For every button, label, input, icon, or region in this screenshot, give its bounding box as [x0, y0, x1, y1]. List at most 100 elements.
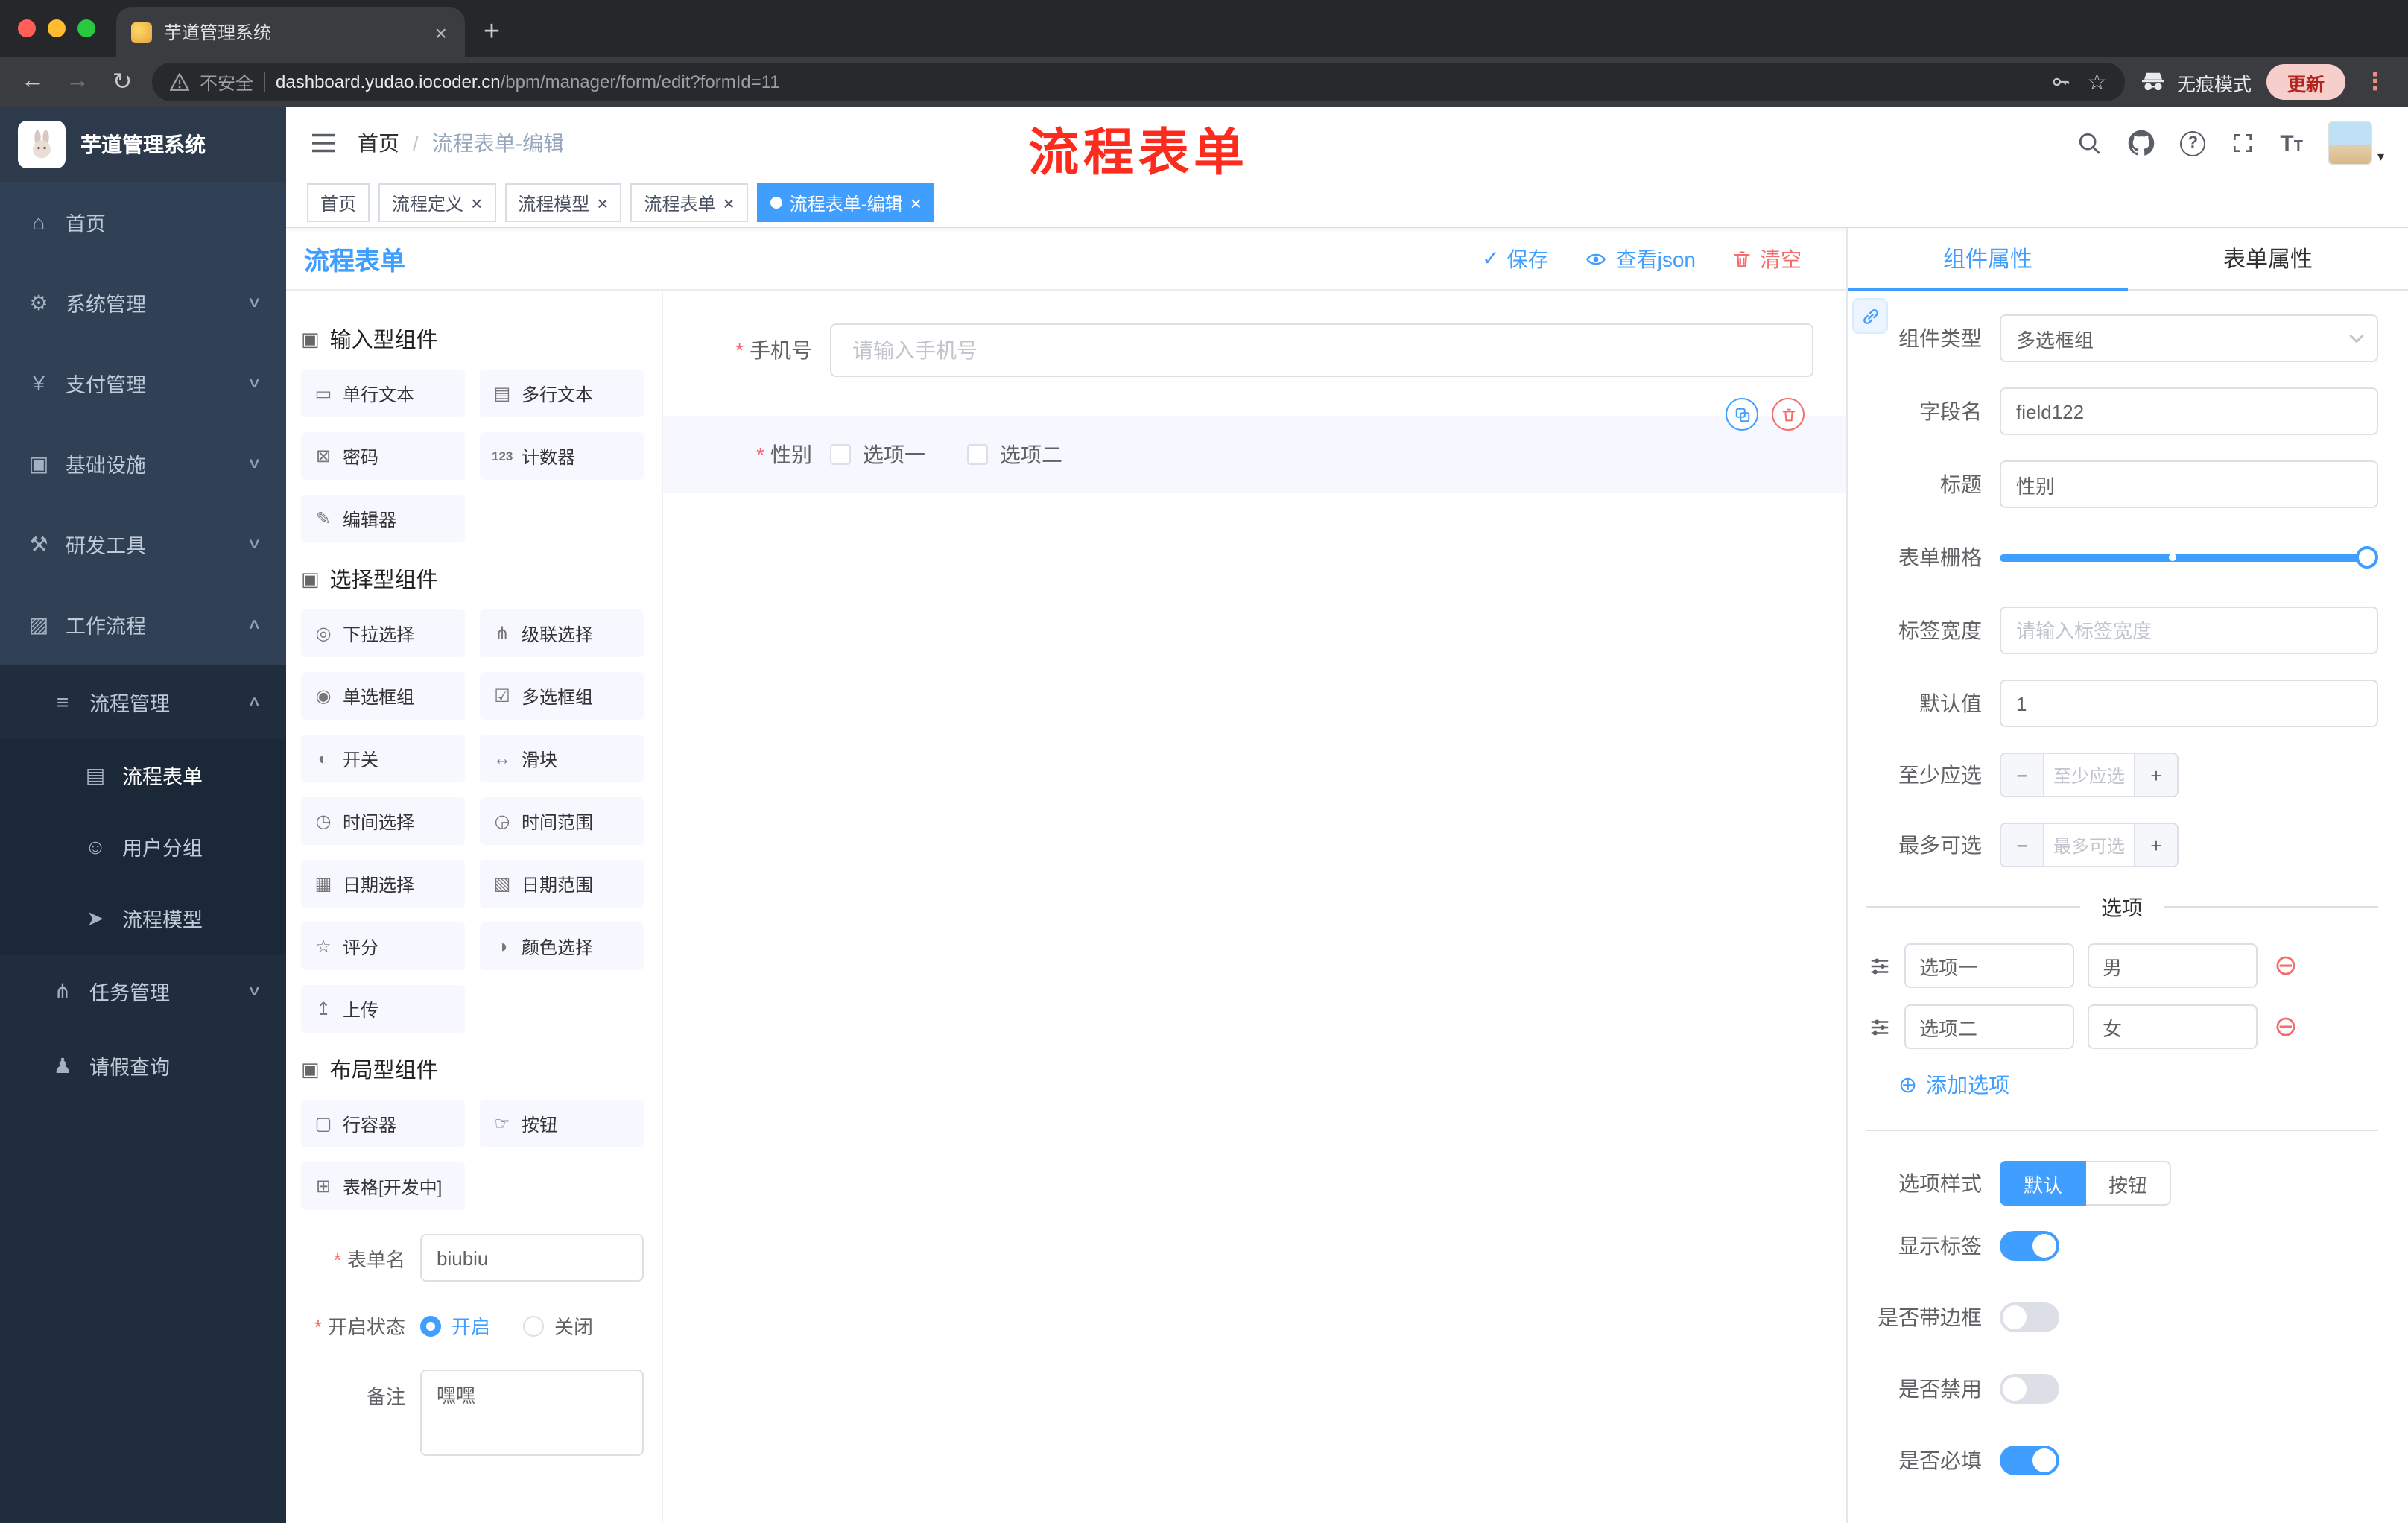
title-input[interactable]	[2000, 460, 2378, 508]
checkbox-option-1[interactable]: 选项一	[830, 440, 925, 469]
sidebar-item-process-model[interactable]: ➤ 流程模型	[0, 882, 286, 954]
address-bar[interactable]: 不安全 dashboard.yudao.iocoder.cn/bpm/manag…	[152, 63, 2125, 101]
radio-open[interactable]: 开启	[420, 1311, 490, 1340]
checkbox-icon[interactable]	[830, 444, 851, 465]
save-button[interactable]: ✓ 保存	[1482, 244, 1548, 273]
password-key-icon[interactable]	[2048, 72, 2072, 92]
palette-item-date-range[interactable]: ▧ 日期范围	[480, 860, 644, 908]
palette-item-radio-group[interactable]: ◉ 单选框组	[301, 672, 465, 720]
checkbox-icon[interactable]	[967, 444, 988, 465]
tag-process-definition[interactable]: 流程定义 ×	[378, 183, 496, 222]
form-name-input[interactable]	[420, 1234, 644, 1282]
canvas-field-phone[interactable]: 手机号	[681, 323, 1813, 377]
default-value-input[interactable]	[2000, 680, 2378, 727]
font-size-icon[interactable]: TT	[2280, 130, 2303, 156]
sidebar-item-system[interactable]: ⚙ 系统管理 ∨	[0, 262, 286, 343]
plus-icon[interactable]: +	[2135, 824, 2177, 866]
disabled-toggle[interactable]	[2000, 1374, 2059, 1404]
field-name-input[interactable]	[2000, 387, 2378, 435]
tab-component-props[interactable]: 组件属性	[1848, 228, 2128, 291]
update-button[interactable]: 更新	[2266, 64, 2345, 100]
palette-item-date-picker[interactable]: ▦ 日期选择	[301, 860, 465, 908]
copy-component-button[interactable]	[1726, 398, 1758, 431]
palette-item-time-picker[interactable]: ◷ 时间选择	[301, 797, 465, 845]
tab-form-props[interactable]: 表单属性	[2128, 228, 2408, 289]
sidebar-item-payment[interactable]: ¥ 支付管理 ∨	[0, 343, 286, 423]
checkbox-option-2[interactable]: 选项二	[967, 440, 1062, 469]
option-label-input[interactable]	[1904, 943, 2074, 988]
tag-process-model[interactable]: 流程模型 ×	[504, 183, 622, 222]
border-toggle[interactable]	[2000, 1302, 2059, 1332]
breadcrumb-home[interactable]: 首页	[358, 128, 399, 158]
component-type-select[interactable]: 多选框组	[2000, 314, 2378, 362]
option-label-input[interactable]	[1904, 1004, 2074, 1049]
add-option-button[interactable]: ⊕ 添加选项	[1898, 1070, 2378, 1100]
sidebar-item-leave-query[interactable]: ♟ 请假查询	[0, 1028, 286, 1103]
new-tab-button[interactable]: +	[471, 12, 513, 54]
form-remark-input[interactable]: 嘿嘿	[420, 1370, 644, 1456]
option-value-input[interactable]	[2088, 1004, 2258, 1049]
palette-item-button[interactable]: ☞ 按钮	[480, 1100, 644, 1147]
doc-link-button[interactable]	[1852, 298, 1888, 334]
remove-option-icon[interactable]: ⊖	[2274, 952, 2298, 980]
plus-icon[interactable]: +	[2135, 754, 2177, 796]
palette-item-single-line-text[interactable]: ▭ 单行文本	[301, 370, 465, 417]
avatar[interactable]	[2328, 121, 2373, 165]
tag-process-form[interactable]: 流程表单 ×	[630, 183, 748, 222]
delete-component-button[interactable]	[1772, 398, 1805, 431]
style-button-button[interactable]: 按钮	[2086, 1161, 2172, 1206]
palette-item-time-range[interactable]: ◶ 时间范围	[480, 797, 644, 845]
close-icon[interactable]: ×	[597, 191, 608, 214]
palette-item-cascader[interactable]: ⋔ 级联选择	[480, 609, 644, 657]
minus-icon[interactable]: −	[2001, 824, 2043, 866]
tag-home[interactable]: 首页	[307, 183, 370, 222]
form-grid-slider[interactable]	[2000, 533, 2378, 581]
minimize-window-button[interactable]	[48, 19, 66, 37]
fullscreen-icon[interactable]	[2231, 131, 2255, 155]
user-menu[interactable]: ▾	[2328, 121, 2384, 165]
sidebar-item-infrastructure[interactable]: ▣ 基础设施 ∨	[0, 423, 286, 504]
close-icon[interactable]: ×	[723, 191, 735, 214]
bookmark-star-icon[interactable]: ☆	[2087, 69, 2107, 95]
clear-button[interactable]: 清空	[1731, 244, 1802, 273]
search-icon[interactable]	[2077, 130, 2103, 156]
palette-item-password[interactable]: ⊠ 密码	[301, 432, 465, 480]
close-icon[interactable]: ×	[910, 191, 922, 214]
palette-item-rate[interactable]: ☆ 评分	[301, 922, 465, 970]
canvas-field-gender-selected[interactable]: 性别 选项一 选项二	[663, 398, 1846, 493]
tag-process-form-edit[interactable]: 流程表单-编辑 ×	[756, 183, 935, 222]
show-label-toggle[interactable]	[2000, 1231, 2059, 1261]
phone-field-input[interactable]	[830, 323, 1813, 377]
palette-item-counter[interactable]: 123 计数器	[480, 432, 644, 480]
required-toggle[interactable]	[2000, 1446, 2059, 1475]
sidebar-item-process-management[interactable]: ≡ 流程管理 ∧	[0, 665, 286, 739]
sidebar-item-home[interactable]: ⌂ 首页	[0, 182, 286, 262]
palette-item-editor[interactable]: ✎ 编辑器	[301, 495, 465, 542]
slider-handle[interactable]	[2356, 546, 2378, 569]
min-select-value[interactable]: 至少应选	[2043, 754, 2135, 796]
close-tab-icon[interactable]: ×	[432, 20, 450, 44]
drag-handle-icon[interactable]	[1869, 1016, 1891, 1038]
drag-handle-icon[interactable]	[1869, 954, 1891, 977]
forward-button[interactable]: →	[63, 69, 92, 95]
palette-item-upload[interactable]: ↥ 上传	[301, 985, 465, 1033]
remove-option-icon[interactable]: ⊖	[2274, 1013, 2298, 1041]
palette-item-row-container[interactable]: ▢ 行容器	[301, 1100, 465, 1147]
palette-item-switch[interactable]: ◐ 开关	[301, 735, 465, 782]
palette-item-color-picker[interactable]: ◑ 颜色选择	[480, 922, 644, 970]
palette-item-select[interactable]: ◎ 下拉选择	[301, 609, 465, 657]
hamburger-icon[interactable]	[310, 131, 337, 155]
sidebar-item-process-form[interactable]: ▤ 流程表单	[0, 739, 286, 811]
sidebar-item-devtools[interactable]: ⚒ 研发工具 ∨	[0, 504, 286, 584]
max-select-value[interactable]: 最多可选	[2043, 824, 2135, 866]
github-icon[interactable]	[2128, 130, 2155, 156]
radio-closed[interactable]: 关闭	[523, 1311, 593, 1340]
sidebar-item-task-management[interactable]: ⋔ 任务管理 ∨	[0, 954, 286, 1028]
zoom-window-button[interactable]	[77, 19, 95, 37]
back-button[interactable]: ←	[18, 69, 48, 95]
sidebar-item-user-group[interactable]: ☺ 用户分组	[0, 811, 286, 882]
sidebar-item-workflow[interactable]: ▨ 工作流程 ∧	[0, 584, 286, 665]
reload-button[interactable]: ↻	[107, 67, 137, 97]
palette-item-table[interactable]: ⊞ 表格[开发中]	[301, 1162, 465, 1210]
palette-item-slider[interactable]: ↔ 滑块	[480, 735, 644, 782]
